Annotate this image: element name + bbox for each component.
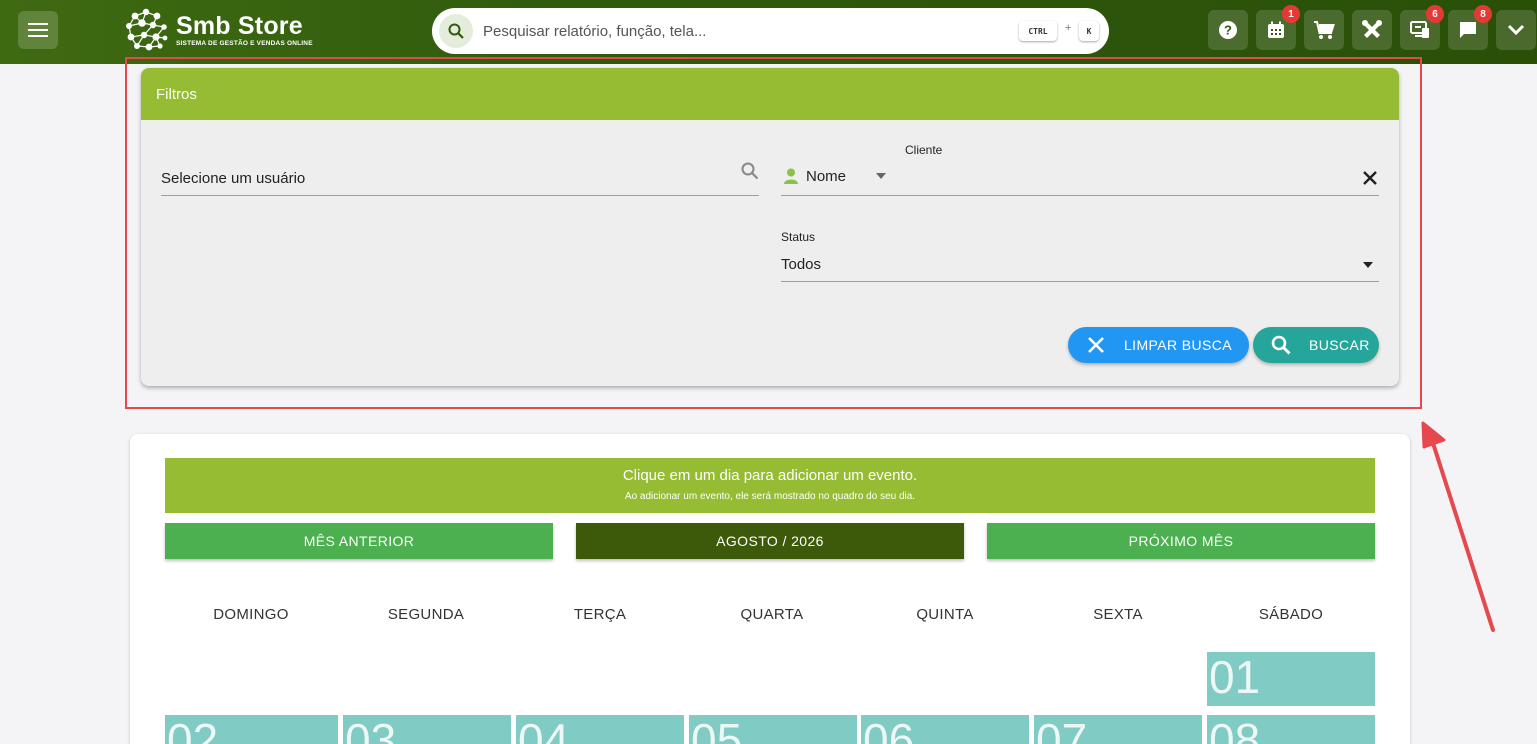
annotation-arrow <box>1421 421 1495 632</box>
